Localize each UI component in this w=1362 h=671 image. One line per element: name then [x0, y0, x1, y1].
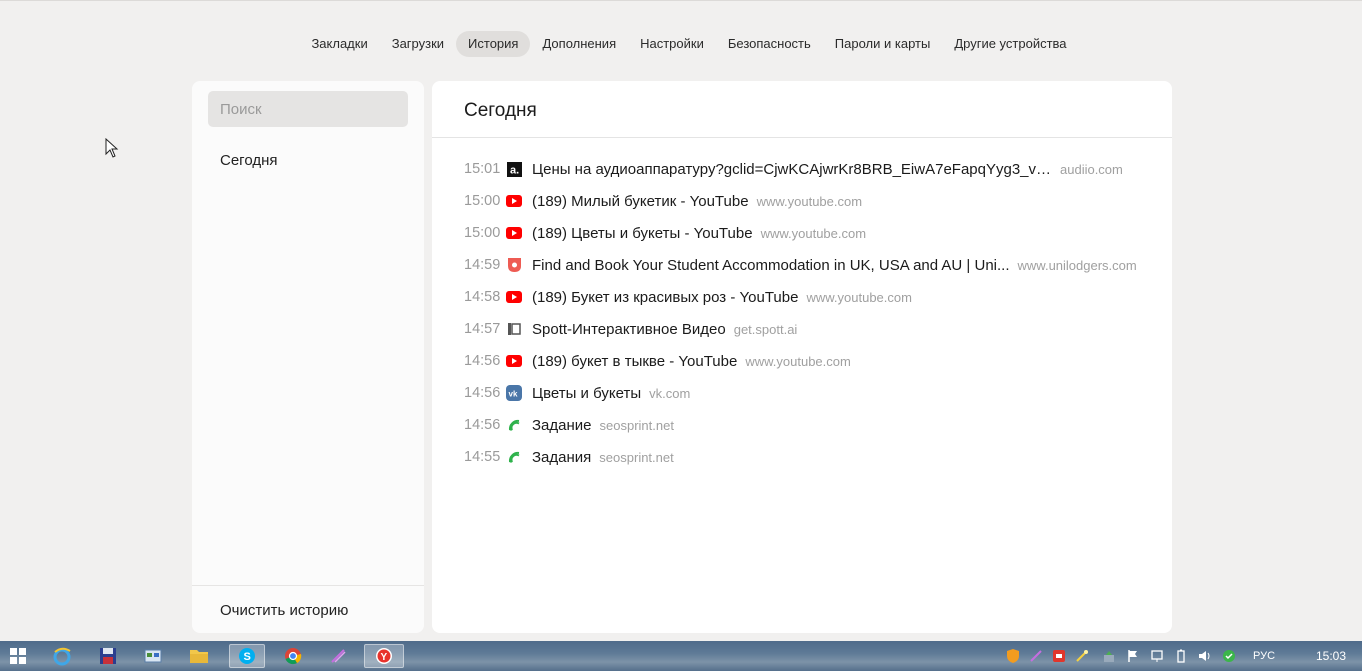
battery-tray-icon[interactable]: [1172, 644, 1190, 668]
file-explorer-icon[interactable]: [187, 644, 211, 668]
tab-settings[interactable]: Настройки: [628, 31, 716, 57]
entry-domain: www.youtube.com: [756, 193, 863, 209]
history-entry[interactable]: 15:01 a. Цены на аудиоаппаратуру?gclid=C…: [464, 153, 1144, 185]
entry-domain: audiio.com: [1060, 161, 1123, 177]
tab-history[interactable]: История: [456, 31, 531, 57]
tab-other-devices[interactable]: Другие устройства: [942, 31, 1078, 57]
history-entry[interactable]: 14:57 Spott-Интерактивное Видео get.spot…: [464, 313, 1144, 345]
audiio-icon: a.: [506, 161, 522, 177]
entry-time: 15:01: [464, 161, 501, 177]
history-entry[interactable]: 14:55 Задания seosprint.net: [464, 441, 1144, 473]
shield-check-tray-icon[interactable]: [1220, 644, 1238, 668]
vk-icon: vk: [506, 385, 522, 401]
section-divider: [432, 137, 1172, 138]
sidebar-item-today[interactable]: Сегодня: [220, 152, 278, 169]
entry-domain: get.spott.ai: [733, 321, 798, 337]
seosprint-icon: [506, 449, 522, 465]
entry-time: 15:00: [464, 193, 501, 209]
input-language-indicator[interactable]: РУС: [1253, 650, 1275, 662]
pen-tool-icon[interactable]: [326, 644, 350, 668]
entry-domain: seosprint.net: [599, 449, 674, 465]
history-entry[interactable]: 15:00 (189) Цветы и букеты - YouTube www…: [464, 217, 1144, 249]
yandex-browser-icon[interactable]: Y: [364, 644, 404, 668]
entry-time: 14:56: [464, 417, 501, 433]
update-tray-icon[interactable]: [1100, 644, 1118, 668]
svg-text:Y: Y: [381, 652, 388, 663]
tab-passwords-cards[interactable]: Пароли и карты: [823, 31, 943, 57]
entry-time: 15:00: [464, 225, 501, 241]
tab-bookmarks[interactable]: Закладки: [299, 31, 379, 57]
entry-time: 14:58: [464, 289, 501, 305]
chrome-icon[interactable]: [281, 644, 305, 668]
clear-history-button[interactable]: Очистить историю: [220, 602, 348, 619]
windows-taskbar: S Y РУС 15:03: [0, 641, 1362, 671]
spott-icon: [506, 321, 522, 337]
youtube-icon: [506, 193, 522, 209]
network-tray-icon[interactable]: [1148, 644, 1166, 668]
entry-time: 14:56: [464, 353, 501, 369]
svg-text:vk: vk: [509, 390, 518, 399]
history-entry[interactable]: 14:59 Find and Book Your Student Accommo…: [464, 249, 1144, 281]
wand-tray-icon[interactable]: [1073, 644, 1091, 668]
pen-tray-icon[interactable]: [1027, 644, 1045, 668]
tab-downloads[interactable]: Загрузки: [380, 31, 456, 57]
control-panel-icon[interactable]: [141, 644, 165, 668]
entry-domain: www.youtube.com: [806, 289, 912, 305]
antivirus-tray-icon[interactable]: [1004, 644, 1022, 668]
tab-security[interactable]: Безопасность: [716, 31, 823, 57]
taskbar-clock[interactable]: 15:03: [1316, 649, 1346, 663]
app-tray-icon[interactable]: [1050, 644, 1068, 668]
window-top-border: [0, 0, 1362, 5]
internet-explorer-icon[interactable]: [50, 644, 74, 668]
entry-title: Spott-Интерактивное Видео: [532, 320, 726, 338]
save-disk-icon[interactable]: [96, 644, 120, 668]
history-entry[interactable]: 14:56 vk Цветы и букеты vk.com: [464, 377, 1144, 409]
entry-domain: vk.com: [649, 385, 691, 401]
entry-domain: seosprint.net: [599, 417, 674, 433]
action-center-flag-icon[interactable]: [1124, 644, 1142, 668]
entry-title: Find and Book Your Student Accommodation…: [532, 256, 1010, 274]
entry-time: 14:55: [464, 449, 501, 465]
entry-title: Цветы и букеты: [532, 384, 642, 402]
history-panel: Сегодня 15:01 a. Цены на аудиоаппаратуру…: [432, 81, 1172, 633]
youtube-icon: [506, 289, 522, 305]
history-entry[interactable]: 14:58 (189) Букет из красивых роз - YouT…: [464, 281, 1144, 313]
history-list: 15:01 a. Цены на аудиоаппаратуру?gclid=C…: [464, 153, 1144, 473]
tab-extensions[interactable]: Дополнения: [530, 31, 628, 57]
entry-domain: www.unilodgers.com: [1017, 257, 1137, 273]
svg-text:a.: a.: [510, 164, 519, 176]
svg-text:S: S: [244, 651, 251, 663]
sidebar-divider: [192, 585, 424, 586]
entry-title: Задание: [532, 416, 592, 434]
unilodgers-icon: [506, 257, 522, 273]
youtube-icon: [506, 225, 522, 241]
entry-title: (189) Букет из красивых роз - YouTube: [532, 288, 799, 306]
history-entry[interactable]: 14:56 (189) букет в тыкве - YouTube www.…: [464, 345, 1144, 377]
volume-tray-icon[interactable]: [1196, 644, 1214, 668]
entry-time: 14:59: [464, 257, 501, 273]
windows-start-icon[interactable]: [6, 644, 30, 668]
entry-time: 14:56: [464, 385, 501, 401]
history-entry[interactable]: 14:56 Задание seosprint.net: [464, 409, 1144, 441]
entry-title: Цены на аудиоаппаратуру?gclid=CjwKCAjwrK…: [532, 160, 1052, 178]
entry-domain: www.youtube.com: [745, 353, 851, 369]
entry-title: (189) Цветы и букеты - YouTube: [532, 224, 753, 242]
entry-title: (189) Милый букетик - YouTube: [532, 192, 749, 210]
history-sidebar: Сегодня Очистить историю: [192, 81, 424, 633]
search-input[interactable]: [208, 91, 408, 127]
section-title: Сегодня: [464, 100, 537, 121]
mouse-cursor-icon: [105, 137, 119, 163]
youtube-icon: [506, 353, 522, 369]
entry-title: Задания: [532, 448, 592, 466]
history-entry[interactable]: 15:00 (189) Милый букетик - YouTube www.…: [464, 185, 1144, 217]
entry-domain: www.youtube.com: [760, 225, 867, 241]
settings-nav: Закладки Загрузки История Дополнения Нас…: [0, 31, 1362, 57]
seosprint-icon: [506, 417, 522, 433]
entry-time: 14:57: [464, 321, 501, 337]
entry-title: (189) букет в тыкве - YouTube: [532, 352, 738, 370]
skype-icon[interactable]: S: [229, 644, 265, 668]
